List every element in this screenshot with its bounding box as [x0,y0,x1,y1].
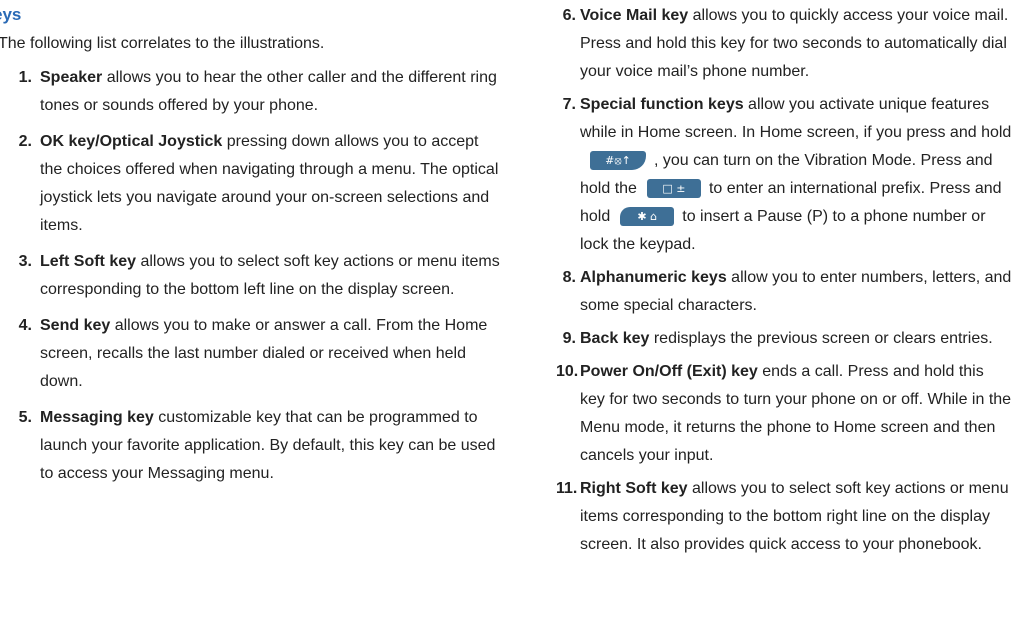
item-number: 10. [556,363,579,380]
list-item: 2. OK key/Optical Joystick pressing down… [0,128,500,240]
item-term: Messaging key [40,409,154,426]
item-term: OK key/Optical Joystick [40,133,223,150]
intro-text: The following list correlates to the ill… [0,35,325,52]
item-description: redisplays the previous screen or clears… [649,330,993,347]
list-item: 10. Power On/Off (Exit) key ends a call.… [556,358,1012,470]
item-number: 8. [562,269,576,286]
item-term: Left Soft key [40,253,137,270]
item-number: 4. [18,317,32,334]
item-number: 5. [18,409,32,426]
item-number: 11. [556,480,578,497]
item-number: 6. [562,7,576,24]
item-term: Speaker [40,69,103,86]
item-number: 2. [18,133,32,150]
item-number: 9. [562,330,576,347]
list-item: 3. Left Soft key allows you to select so… [0,248,500,304]
list-item: 9. Back key redisplays the previous scre… [556,325,1012,353]
international-prefix-key-icon: □ ± [646,179,701,199]
item-description: allows you to hear the other caller and … [40,69,497,114]
list-item: 5. Messaging key customizable key that c… [0,404,500,488]
item-term: Alphanumeric keys [580,269,727,286]
list-item: 8. Alphanumeric keys allow you to enter … [556,264,1012,320]
item-term: Special function keys [580,96,744,113]
left-column: 1. Speaker allows you to hear the other … [0,64,500,496]
list-item: 6. Voice Mail key allows you to quickly … [556,2,1012,86]
list-item: 4. Send key allows you to make or answer… [0,312,500,396]
list-item: 11. Right Soft key allows you to select … [556,475,1012,559]
item-number: 3. [18,253,32,270]
lock-pause-key-icon: ✱ ⌂ [620,207,675,227]
item-number: 1. [18,69,32,86]
item-term: Right Soft key [580,480,688,497]
list-item: 1. Speaker allows you to hear the other … [0,64,500,120]
item-number: 7. [562,96,576,113]
list-item: 7. Special function keys allow you activ… [556,91,1012,259]
section-heading: eys [0,5,22,24]
item-term: Back key [580,330,650,347]
item-term: Power On/Off (Exit) key [580,363,758,380]
item-term: Send key [40,317,111,334]
item-term: Voice Mail key [580,7,689,24]
vibration-key-icon: #⦻↑ [590,151,646,171]
right-column: 6. Voice Mail key allows you to quickly … [556,2,1012,564]
